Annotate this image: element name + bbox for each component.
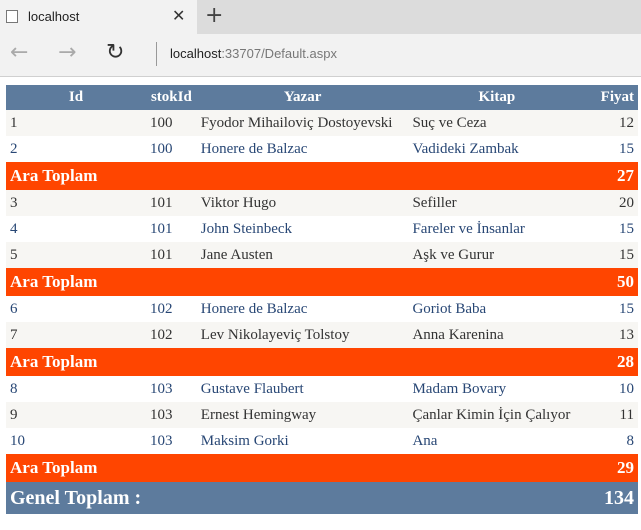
cell-stokid: 103	[146, 376, 197, 402]
refresh-icon[interactable]: ↻	[106, 40, 124, 65]
cell-fiyat: 11	[585, 402, 638, 428]
url-host: localhost	[170, 46, 222, 61]
subtotal-row: Ara Toplam 50	[6, 268, 638, 296]
cell-fiyat: 10	[585, 376, 638, 402]
cell-fiyat: 15	[585, 296, 638, 322]
cell-kitap: Vadideki Zambak	[408, 136, 586, 162]
cell-id: 2	[6, 136, 147, 162]
cell-yazar: Viktor Hugo	[196, 190, 409, 216]
cell-stokid: 103	[146, 402, 197, 428]
url-path: :33707/Default.aspx	[221, 46, 337, 61]
cell-fiyat: 8	[585, 428, 638, 454]
cell-stokid: 100	[146, 136, 197, 162]
grand-total-label: Genel Toplam :	[6, 482, 586, 514]
cell-stokid: 101	[146, 242, 197, 268]
cell-fiyat: 15	[585, 242, 638, 268]
table-row: 3 101 Viktor Hugo Sefiller 20	[6, 190, 638, 216]
cell-stokid: 100	[146, 110, 197, 136]
browser-tab-bar: localhost ✕ +	[0, 0, 641, 34]
cell-yazar: Ernest Hemingway	[196, 402, 409, 428]
subtotal-label: Ara Toplam	[6, 348, 586, 376]
table-row: 9 103 Ernest Hemingway Çanlar Kimin İçin…	[6, 402, 638, 428]
cell-id: 5	[6, 242, 147, 268]
plus-icon[interactable]: +	[205, 3, 223, 28]
books-grid: Id stokId Yazar Kitap Fiyat 1 100 Fyodor…	[6, 85, 638, 514]
cell-yazar: Lev Nikolayeviç Tolstoy	[196, 322, 409, 348]
page-icon	[6, 10, 18, 23]
header-fiyat: Fiyat	[585, 85, 638, 110]
cell-stokid: 103	[146, 428, 197, 454]
cell-kitap: Aşk ve Gurur	[408, 242, 586, 268]
grand-total-value: 134	[585, 482, 638, 514]
grid-header-row: Id stokId Yazar Kitap Fiyat	[6, 85, 638, 110]
subtotal-label: Ara Toplam	[6, 454, 586, 482]
cell-yazar: John Steinbeck	[196, 216, 409, 242]
header-yazar: Yazar	[196, 85, 409, 110]
cell-id: 10	[6, 428, 147, 454]
cell-yazar: Maksim Gorki	[196, 428, 409, 454]
cell-yazar: Jane Austen	[196, 242, 409, 268]
subtotal-value: 50	[585, 268, 638, 296]
cell-kitap: Suç ve Ceza	[408, 110, 586, 136]
subtotal-row: Ara Toplam 27	[6, 162, 638, 190]
table-row: 4 101 John Steinbeck Fareler ve İnsanlar…	[6, 216, 638, 242]
subtotal-value: 27	[585, 162, 638, 190]
subtotal-value: 29	[585, 454, 638, 482]
cell-id: 7	[6, 322, 147, 348]
cell-stokid: 102	[146, 322, 197, 348]
table-row: 2 100 Honere de Balzac Vadideki Zambak 1…	[6, 136, 638, 162]
subtotal-label: Ara Toplam	[6, 162, 586, 190]
cell-kitap: Ana	[408, 428, 586, 454]
cell-yazar: Fyodor Mihailoviç Dostoyevski	[196, 110, 409, 136]
cell-yazar: Gustave Flaubert	[196, 376, 409, 402]
header-kitap: Kitap	[408, 85, 586, 110]
subtotal-label: Ara Toplam	[6, 268, 586, 296]
cell-fiyat: 13	[585, 322, 638, 348]
forward-arrow-icon[interactable]: →	[58, 40, 76, 65]
cell-stokid: 101	[146, 190, 197, 216]
cell-id: 8	[6, 376, 147, 402]
cell-yazar: Honere de Balzac	[196, 296, 409, 322]
back-arrow-icon[interactable]: ←	[10, 40, 28, 65]
address-bar[interactable]: localhost:33707/Default.aspx	[170, 46, 337, 61]
address-divider	[156, 42, 157, 66]
browser-nav-bar: ← → ↻ localhost:33707/Default.aspx	[0, 34, 641, 77]
table-row: 6 102 Honere de Balzac Goriot Baba 15	[6, 296, 638, 322]
cell-kitap: Sefiller	[408, 190, 586, 216]
cell-stokid: 101	[146, 216, 197, 242]
cell-id: 3	[6, 190, 147, 216]
cell-kitap: Goriot Baba	[408, 296, 586, 322]
subtotal-row: Ara Toplam 28	[6, 348, 638, 376]
table-row: 8 103 Gustave Flaubert Madam Bovary 10	[6, 376, 638, 402]
tab-title: localhost	[28, 9, 80, 24]
subtotal-row: Ara Toplam 29	[6, 454, 638, 482]
cell-id: 4	[6, 216, 147, 242]
cell-stokid: 102	[146, 296, 197, 322]
cell-kitap: Çanlar Kimin İçin Çalıyor	[408, 402, 586, 428]
header-stokid: stokId	[146, 85, 197, 110]
cell-yazar: Honere de Balzac	[196, 136, 409, 162]
cell-id: 1	[6, 110, 147, 136]
table-row: 5 101 Jane Austen Aşk ve Gurur 15	[6, 242, 638, 268]
table-row: 1 100 Fyodor Mihailoviç Dostoyevski Suç …	[6, 110, 638, 136]
table-row: 7 102 Lev Nikolayeviç Tolstoy Anna Karen…	[6, 322, 638, 348]
grand-total-row: Genel Toplam : 134	[6, 482, 638, 514]
subtotal-value: 28	[585, 348, 638, 376]
cell-kitap: Anna Karenina	[408, 322, 586, 348]
cell-fiyat: 20	[585, 190, 638, 216]
close-icon[interactable]: ✕	[172, 6, 185, 25]
cell-id: 6	[6, 296, 147, 322]
table-row: 10 103 Maksim Gorki Ana 8	[6, 428, 638, 454]
cell-fiyat: 15	[585, 136, 638, 162]
cell-kitap: Madam Bovary	[408, 376, 586, 402]
browser-tab[interactable]: localhost ✕	[0, 0, 197, 34]
header-id: Id	[6, 85, 147, 110]
cell-fiyat: 15	[585, 216, 638, 242]
cell-kitap: Fareler ve İnsanlar	[408, 216, 586, 242]
cell-fiyat: 12	[585, 110, 638, 136]
cell-id: 9	[6, 402, 147, 428]
